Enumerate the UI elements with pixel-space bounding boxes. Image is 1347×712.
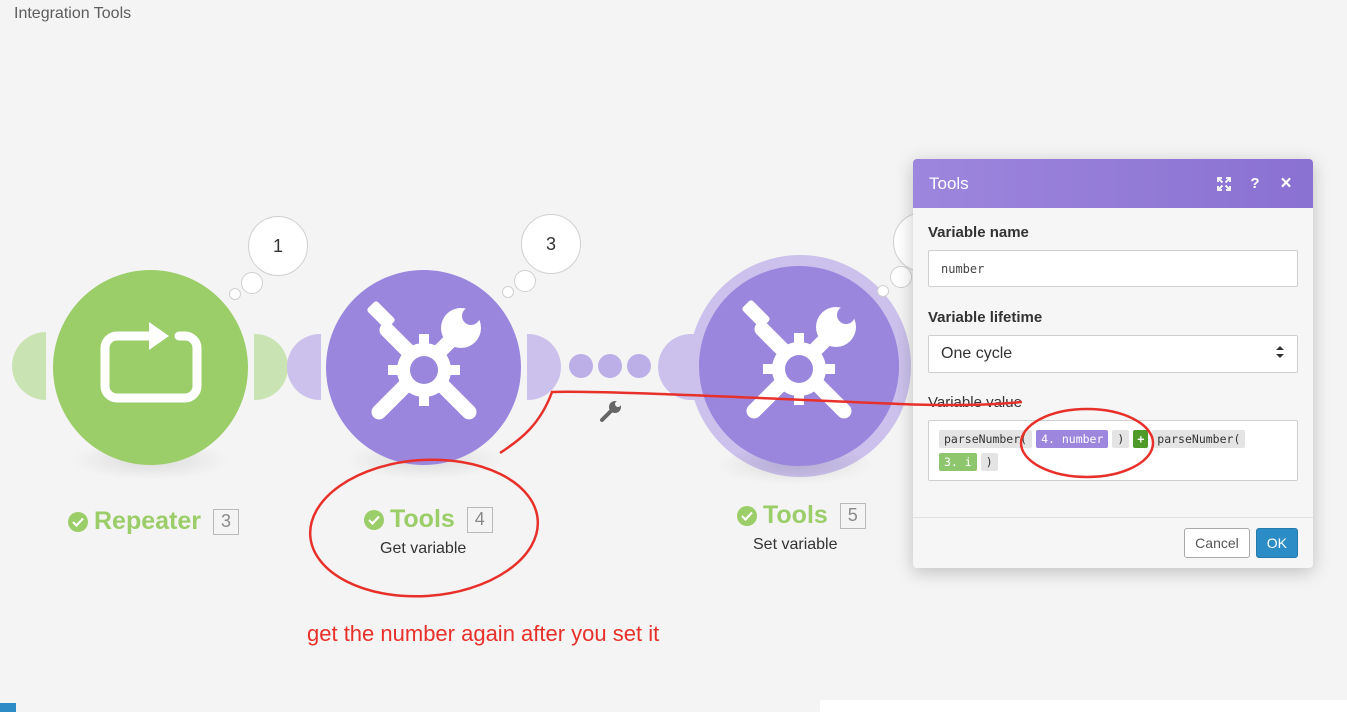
module-subtitle: Get variable [380, 540, 467, 557]
operations-bubble[interactable]: 1 [248, 216, 308, 276]
dialog-title: Tools [929, 173, 969, 193]
dialog-footer: Cancel OK [913, 517, 1313, 568]
dialog-header: Tools ? × [913, 159, 1313, 208]
operations-bubble[interactable]: 3 [521, 214, 581, 274]
route-dot [569, 354, 593, 378]
repeater-module[interactable] [53, 270, 248, 465]
ok-button[interactable]: OK [1255, 528, 1298, 558]
connector-ear [12, 332, 46, 400]
module-subtitle: Set variable [753, 536, 838, 553]
module-count: 5 [839, 502, 866, 529]
tools-icon [734, 299, 864, 434]
select-value: One cycle [941, 345, 1013, 362]
function-token[interactable]: parseNumber( [1152, 430, 1246, 448]
module-count: 3 [213, 508, 239, 535]
wrench-icon[interactable] [598, 398, 624, 429]
variable-name-input[interactable]: number [928, 250, 1298, 287]
module-count: 4 [466, 506, 493, 533]
check-icon [68, 511, 88, 532]
tools-dialog: Tools ? × Variable name number Variable … [913, 159, 1313, 568]
operator-token[interactable]: + [1133, 430, 1149, 448]
paren-token[interactable]: ) [980, 453, 998, 471]
annotation-text: get the number again after you set it [307, 621, 660, 646]
module-name: Repeater [94, 507, 201, 535]
route-dot [627, 354, 651, 378]
variable-name-label: Variable name [928, 224, 1029, 241]
app-title: Integration Tools [14, 5, 132, 22]
help-icon[interactable]: ? [1244, 173, 1266, 195]
corner-tab[interactable] [0, 703, 16, 712]
check-icon [364, 509, 384, 530]
tools-get-module[interactable] [326, 270, 521, 465]
module-label: Tools 5 [737, 501, 866, 530]
bottom-panel [820, 700, 1347, 712]
close-icon[interactable]: × [1275, 173, 1297, 195]
expand-icon[interactable] [1213, 173, 1235, 195]
variable-lifetime-select[interactable]: One cycle [928, 335, 1298, 373]
connector-ear [287, 334, 321, 400]
variable-lifetime-label: Variable lifetime [928, 309, 1043, 326]
connector-ear [254, 334, 288, 400]
module-label: Repeater 3 [68, 507, 239, 536]
connector-ear [527, 334, 561, 400]
route-dot [598, 354, 622, 378]
check-icon [737, 505, 757, 526]
tools-icon [359, 300, 489, 435]
module-label: Tools 4 [364, 505, 493, 534]
tools-set-module[interactable] [699, 266, 899, 466]
module-name: Tools [390, 505, 455, 533]
variable-value-input[interactable]: parseNumber( 4. number ) + parseNumber( … [928, 420, 1298, 481]
select-arrows-icon [1275, 345, 1285, 364]
paren-token[interactable]: ) [1112, 430, 1130, 448]
repeat-icon [95, 320, 207, 415]
module-name: Tools [763, 501, 828, 529]
variable-value-label: Variable value [928, 394, 1022, 411]
variable-token[interactable]: 3. i [939, 453, 977, 471]
function-token[interactable]: parseNumber( [939, 430, 1033, 448]
variable-token[interactable]: 4. number [1036, 430, 1109, 448]
cancel-button[interactable]: Cancel [1184, 528, 1250, 558]
